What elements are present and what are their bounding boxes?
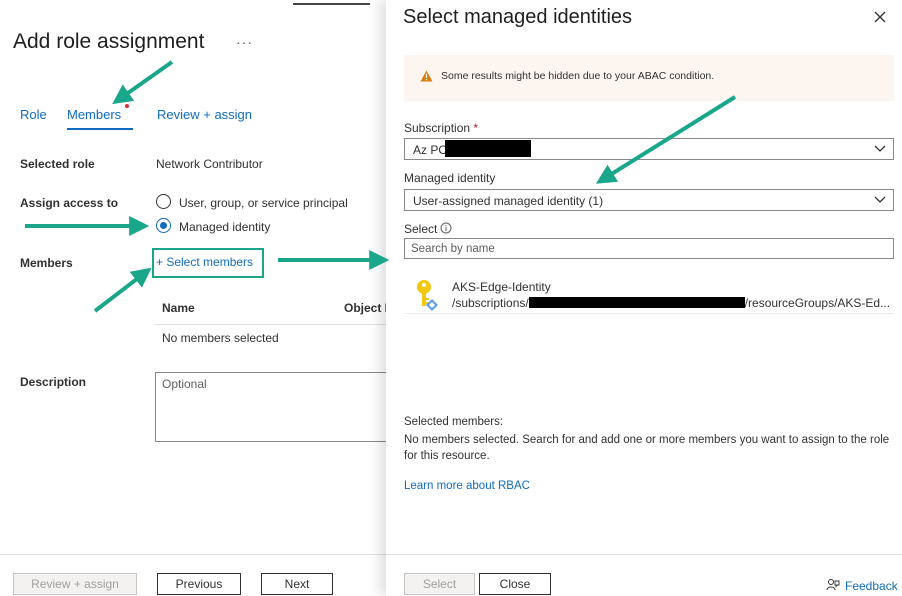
- list-item[interactable]: AKS-Edge-Identity /subscriptions/ /resour…: [404, 272, 894, 314]
- selected-role-label: Selected role: [20, 157, 95, 171]
- warning-text: Some results might be hidden due to your…: [441, 70, 715, 82]
- members-label: Members: [20, 256, 73, 270]
- subscription-value: Az PO: [413, 143, 448, 157]
- redaction-bar: [528, 297, 745, 308]
- no-members-text: No members selected: [162, 331, 279, 345]
- select-managed-identities-panel: Select managed identities Some results m…: [386, 0, 902, 596]
- more-options-button[interactable]: ···: [236, 34, 253, 50]
- required-dot-icon: [125, 104, 129, 108]
- panel-footer-divider: [386, 554, 902, 555]
- redaction-bar: [445, 140, 531, 157]
- radio-user-group-label: User, group, or service principal: [179, 196, 348, 210]
- info-icon[interactable]: [440, 222, 452, 234]
- managed-identity-label: Managed identity: [404, 171, 496, 185]
- select-members-link[interactable]: + Select members: [156, 255, 253, 269]
- warning-icon: [420, 70, 433, 82]
- next-button[interactable]: Next: [261, 573, 333, 595]
- footer-divider: [0, 554, 386, 555]
- tab-members[interactable]: Members: [67, 107, 121, 122]
- managed-identity-value: User-assigned managed identity (1): [413, 194, 604, 208]
- panel-title: Select managed identities: [403, 6, 633, 28]
- page-title: Add role assignment: [13, 30, 205, 53]
- selected-members-heading: Selected members:: [404, 416, 504, 428]
- search-input[interactable]: [411, 241, 881, 256]
- tab-members-underline: [67, 128, 133, 130]
- feedback-link[interactable]: Feedback: [845, 579, 898, 593]
- close-button[interactable]: Close: [479, 573, 551, 595]
- selected-role-value: Network Contributor: [156, 157, 263, 171]
- review-assign-button[interactable]: Review + assign: [13, 573, 137, 595]
- radio-managed-identity[interactable]: [156, 218, 171, 233]
- feedback-icon[interactable]: [826, 578, 840, 592]
- managed-identity-key-icon: [417, 280, 438, 311]
- description-placeholder: Optional: [162, 377, 207, 391]
- subscription-label: Subscription *: [404, 121, 478, 135]
- previous-button[interactable]: Previous: [157, 573, 241, 595]
- table-divider: [155, 324, 386, 325]
- column-header-object-id[interactable]: Object I: [344, 301, 388, 315]
- chevron-down-icon: [874, 196, 886, 203]
- learn-more-rbac-link[interactable]: Learn more about RBAC: [404, 480, 530, 492]
- column-header-name[interactable]: Name: [162, 301, 195, 315]
- close-icon[interactable]: [872, 9, 888, 25]
- description-label: Description: [20, 375, 87, 389]
- required-mark: *: [473, 121, 479, 135]
- top-tab-indicator: [293, 3, 370, 5]
- result-path-suffix: /resourceGroups/AKS-Ed...: [744, 296, 891, 310]
- assign-access-label: Assign access to: [20, 196, 119, 210]
- selected-members-text: No members selected. Search for and add …: [404, 434, 890, 462]
- search-box: [404, 238, 894, 259]
- select-label: Select: [404, 222, 438, 236]
- managed-identity-dropdown[interactable]: User-assigned managed identity (1): [404, 189, 894, 211]
- radio-managed-identity-label: Managed identity: [179, 220, 271, 234]
- tab-review-assign[interactable]: Review + assign: [157, 107, 252, 122]
- result-name: AKS-Edge-Identity: [452, 280, 551, 294]
- result-path-prefix: /subscriptions/: [452, 296, 529, 310]
- chevron-down-icon: [874, 145, 886, 152]
- add-role-assignment-page: Add role assignment ··· Role Members Rev…: [0, 0, 395, 596]
- subscription-label-text: Subscription: [404, 121, 471, 135]
- select-button[interactable]: Select: [404, 573, 475, 595]
- result-path: /subscriptions/ /resourceGroups/AKS-Ed...: [452, 296, 890, 310]
- radio-user-group[interactable]: [156, 194, 171, 209]
- tab-role[interactable]: Role: [20, 107, 47, 122]
